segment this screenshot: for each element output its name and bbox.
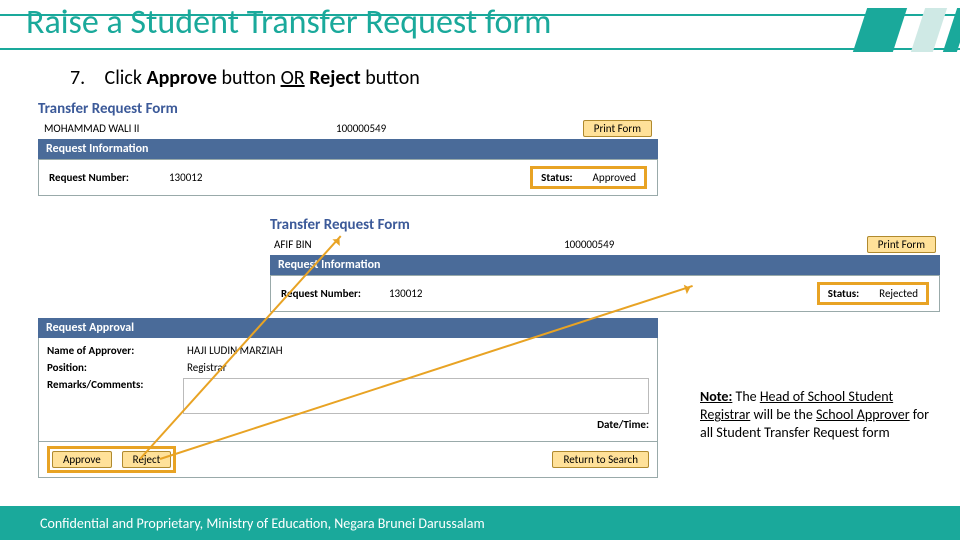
form2-reqnum-value: 130012 [389,287,422,300]
approve-button[interactable]: Approve [52,451,112,468]
note-lead: Note: [700,388,732,405]
form-panel-rejected: Transfer Request Form AFIF BIN 100000549… [270,216,940,312]
note-box: Note: The Head of School Student Registr… [700,388,930,443]
form1-student-name: MOHAMMAD WALI II [44,122,139,135]
approver-position-label: Position: [47,361,167,374]
form2-status-value: Rejected [879,287,918,300]
form-panel-approved: Transfer Request Form MOHAMMAD WALI II 1… [38,100,658,196]
form2-status-label: Status: [828,287,859,300]
form1-reqnum-value: 130012 [169,171,202,184]
status-highlight-approved: Status: Approved [530,166,647,189]
form1-heading: Transfer Request Form [38,100,658,118]
form1-status-label: Status: [541,171,572,184]
step-number: 7. [70,66,100,90]
form2-student-id: 100000549 [564,238,614,251]
datetime-label: Date/Time: [597,418,649,431]
approve-reject-highlight: Approve Reject [47,446,176,473]
note-approver: School Approver [816,406,910,423]
form2-section-header: Request Information [270,255,940,275]
return-to-search-button[interactable]: Return to Search [552,451,649,468]
form2-heading: Transfer Request Form [270,216,940,234]
title-bar: Raise a Student Transfer Request form [0,8,960,56]
footer-text: Confidential and Proprietary, Ministry o… [40,515,485,532]
remarks-label: Remarks/Comments: [47,378,163,414]
print-form-button-2[interactable]: Print Form [867,236,936,253]
form1-reqnum-label: Request Number: [49,171,129,184]
footer-bar: Confidential and Proprietary, Ministry o… [0,506,960,540]
slide-title: Raise a Student Transfer Request form [26,2,551,43]
approver-name-label: Name of Approver: [47,344,167,357]
form1-section-header: Request Information [38,139,658,159]
print-form-button[interactable]: Print Form [583,120,652,137]
remarks-textarea[interactable] [183,378,649,414]
reject-button[interactable]: Reject [122,451,172,468]
status-highlight-rejected: Status: Rejected [817,282,929,305]
form2-student-name: AFIF BIN [274,238,312,251]
form1-student-id: 100000549 [336,122,386,135]
form1-status-value: Approved [593,171,636,184]
title-decoration [820,8,960,56]
step-instruction: 7. Click Approve button OR Reject button [70,66,420,90]
